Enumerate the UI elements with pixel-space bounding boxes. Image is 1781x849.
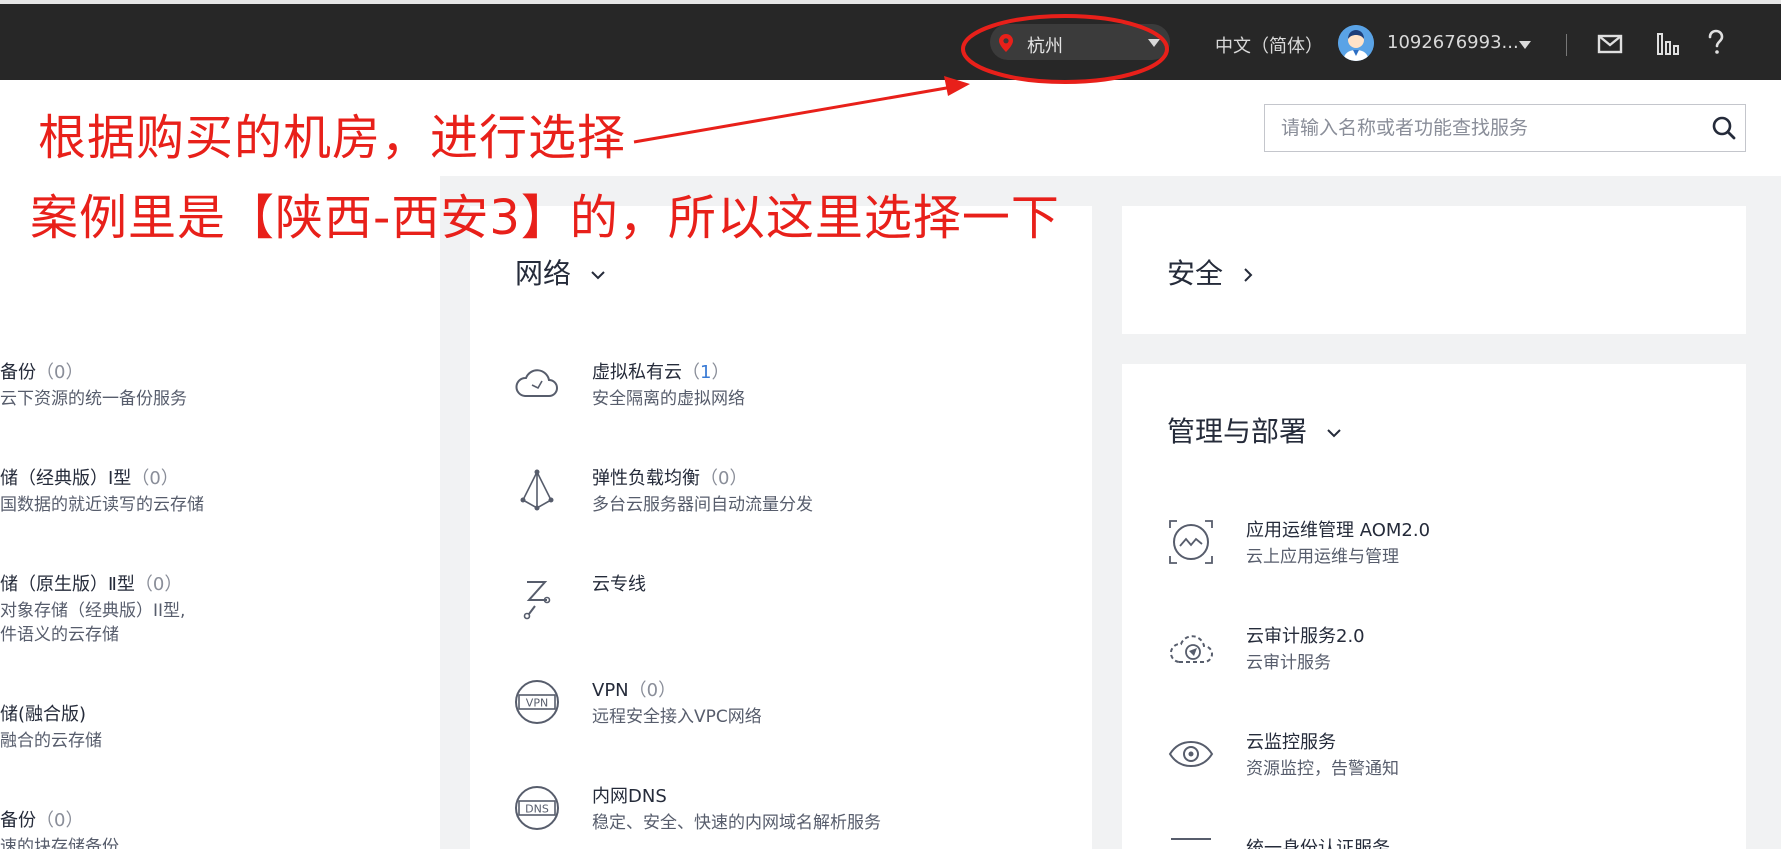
chevron-down-icon <box>1148 39 1160 47</box>
service-name: 应用运维管理 AOM2.0 <box>1246 520 1431 541</box>
service-name: 内网DNS <box>592 786 667 807</box>
service-name: 备份 <box>0 810 36 831</box>
bar-chart-icon[interactable] <box>1654 30 1682 58</box>
help-icon[interactable] <box>1702 28 1730 56</box>
service-count: （0） <box>36 362 84 383</box>
language-selector[interactable]: 中文（简体） <box>1215 32 1323 58</box>
service-count: （0） <box>134 574 183 595</box>
aom-icon <box>1169 520 1213 564</box>
service-count: （0） <box>131 468 179 489</box>
service-count: （1） <box>682 362 730 383</box>
service-count: （0） <box>700 468 748 489</box>
category-network[interactable]: 网络 <box>515 252 606 292</box>
service-desc: 稳定、安全、快速的内网域名解析服务 <box>592 813 881 833</box>
search-icon[interactable] <box>1711 115 1737 141</box>
service-count: （0） <box>628 680 677 701</box>
service-desc: 融合的云存储 <box>0 731 102 751</box>
service-desc: 安全隔离的虚拟网络 <box>592 389 745 409</box>
iam-icon <box>1171 838 1211 840</box>
service-name: 统一身份认证服务 <box>1246 838 1390 849</box>
location-pin-icon <box>999 34 1013 52</box>
annotation-text-2: 案例里是【陕西-西安3】的，所以这里选择一下 <box>30 190 1060 246</box>
service-name: 虚拟私有云 <box>592 362 682 383</box>
service-name: 弹性负载均衡 <box>592 468 700 489</box>
service-desc: 对象存储（经典版）II型, <box>0 601 186 621</box>
divider <box>1566 34 1567 56</box>
region-label: 杭州 <box>1027 36 1063 57</box>
annotation-text-1: 根据购买的机房，进行选择 <box>38 110 627 166</box>
monitor-eye-icon <box>1168 740 1214 768</box>
user-avatar-icon <box>1338 25 1374 61</box>
service-desc-line2: 件语义的云存储 <box>0 625 119 645</box>
region-selector[interactable]: 杭州 <box>990 24 1170 60</box>
service-name: 储(融合版) <box>0 704 87 725</box>
service-desc: 云上应用运维与管理 <box>1246 547 1399 567</box>
service-desc: 多台云服务器间自动流量分发 <box>592 495 813 515</box>
service-desc: 资源监控，告警通知 <box>1246 759 1399 779</box>
svg-text:DNS: DNS <box>525 803 549 816</box>
security-card: 安全 <box>1122 206 1746 334</box>
network-card: 网络 虚拟私有云（1） 安全隔离的虚拟网络 弹性负载均衡（0） 多台云服务器间自… <box>470 206 1092 849</box>
category-title: 网络 <box>515 257 572 290</box>
mail-icon[interactable] <box>1596 30 1624 58</box>
category-title: 管理与部署 <box>1167 415 1308 448</box>
avatar[interactable] <box>1338 25 1374 61</box>
category-title: 安全 <box>1167 257 1224 290</box>
user-id[interactable]: 1092676993... <box>1387 32 1519 53</box>
service-desc: 远程安全接入VPC网络 <box>592 707 762 727</box>
cloud-audit-icon <box>1170 635 1213 663</box>
svg-text:VPN: VPN <box>526 697 548 710</box>
dns-icon: DNS <box>515 786 559 830</box>
service-count: （0） <box>36 810 84 831</box>
service-name: 备份 <box>0 362 36 383</box>
service-desc: 云审计服务 <box>1246 653 1331 673</box>
service-name: 云专线 <box>592 574 646 595</box>
service-desc: 国数据的就近读写的云存储 <box>0 495 204 515</box>
service-name: 云审计服务2.0 <box>1246 626 1365 647</box>
service-name: 储（经典版）Ⅰ型 <box>0 468 132 489</box>
chevron-down-icon <box>591 271 605 280</box>
cloud-vpc-icon <box>515 369 558 397</box>
chevron-right-icon <box>1244 268 1253 282</box>
search-input[interactable] <box>1265 105 1695 151</box>
category-management[interactable]: 管理与部署 <box>1167 410 1342 450</box>
top-navigation-bar: 杭州 中文（简体） 1092676993... <box>0 4 1781 80</box>
service-desc: 速的块存储备份 <box>0 837 119 849</box>
service-search <box>1264 104 1746 152</box>
storage-card: 备份（0） 云下资源的统一备份服务 储（经典版）Ⅰ型（0） 国数据的就近读写的云… <box>0 176 440 849</box>
service-name: 储（原生版）Ⅱ型 <box>0 574 135 595</box>
service-name: 云监控服务 <box>1246 732 1336 753</box>
load-balancer-icon <box>520 469 554 511</box>
service-desc: 云下资源的统一备份服务 <box>0 389 187 409</box>
direct-connect-icon <box>523 581 551 620</box>
vpn-icon: VPN <box>515 680 559 724</box>
chevron-down-icon[interactable] <box>1519 41 1531 49</box>
category-security[interactable]: 安全 <box>1167 252 1254 292</box>
chevron-down-icon <box>1327 429 1341 438</box>
management-card: 管理与部署 应用运维管理 AOM2.0 云上应用运维与管理 云审计服务2.0 云… <box>1122 364 1746 849</box>
service-name: VPN <box>592 680 629 701</box>
